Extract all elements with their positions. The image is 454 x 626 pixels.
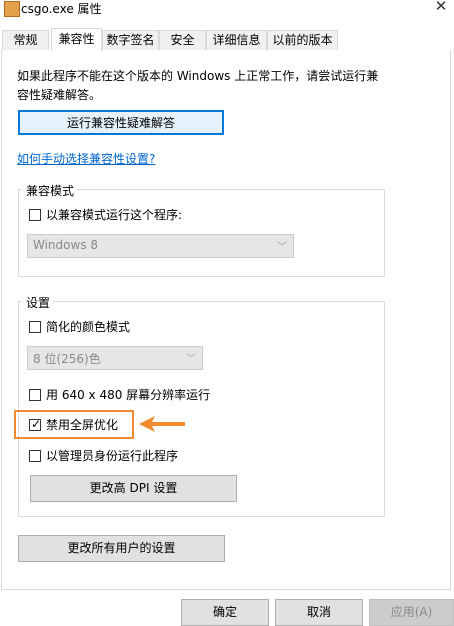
tab-general[interactable]: 常规: [2, 30, 49, 50]
low-resolution-checkbox[interactable]: [29, 389, 41, 401]
intro-text: 如果此程序不能在这个版本的 Windows 上正常工作，请尝试运行兼 容性疑难解…: [17, 67, 417, 105]
low-resolution-label: 用 640 x 480 屏幕分辨率运行: [46, 388, 211, 402]
settings-group-label: 设置: [23, 294, 54, 311]
window-title: csgo.exe 属性: [21, 2, 102, 16]
os-version-value: Windows 8: [33, 238, 99, 252]
chevron-down-icon: ﹀: [277, 242, 287, 253]
tab-details[interactable]: 详细信息: [206, 30, 267, 50]
highlight-box: [14, 410, 134, 439]
color-depth-value: 8 位(256)色: [33, 352, 101, 366]
close-icon[interactable]: ✕: [430, 0, 452, 17]
compat-mode-group: [18, 189, 385, 277]
reduced-color-label: 简化的颜色模式: [46, 320, 131, 334]
chevron-down-icon: ﹀: [186, 354, 196, 365]
run-as-admin-label: 以管理员身份运行此程序: [46, 449, 179, 463]
app-icon: [4, 1, 20, 17]
os-version-select[interactable]: Windows 8 ﹀: [27, 234, 294, 258]
color-depth-select[interactable]: 8 位(256)色 ﹀: [27, 346, 203, 370]
run-troubleshooter-button[interactable]: 运行兼容性疑难解答: [18, 110, 224, 135]
tab-digital-signatures[interactable]: 数字签名: [102, 30, 159, 50]
compat-mode-checkbox[interactable]: [29, 209, 41, 221]
tab-compatibility[interactable]: 兼容性: [51, 28, 102, 51]
apply-button[interactable]: 应用(A): [369, 599, 454, 626]
compat-mode-group-label: 兼容模式: [23, 182, 78, 199]
intro-line-2: 容性疑难解答。: [17, 88, 102, 102]
cancel-button[interactable]: 取消: [275, 599, 363, 626]
run-as-admin-checkbox[interactable]: [29, 450, 41, 462]
compat-mode-checkbox-label: 以兼容模式运行这个程序:: [46, 208, 183, 222]
left-arrow-annotation-icon: [139, 416, 185, 432]
change-dpi-settings-button[interactable]: 更改高 DPI 设置: [30, 475, 237, 502]
title-bar: csgo.exe 属性 ✕: [0, 0, 454, 22]
ok-button[interactable]: 确定: [181, 599, 269, 626]
manual-settings-link[interactable]: 如何手动选择兼容性设置?: [17, 150, 155, 167]
intro-line-1: 如果此程序不能在这个版本的 Windows 上正常工作，请尝试运行兼: [17, 69, 379, 83]
reduced-color-checkbox[interactable]: [29, 321, 41, 333]
tab-security[interactable]: 安全: [159, 30, 206, 50]
change-all-users-settings-button[interactable]: 更改所有用户的设置: [18, 535, 225, 562]
tab-previous-versions[interactable]: 以前的版本: [267, 30, 338, 50]
